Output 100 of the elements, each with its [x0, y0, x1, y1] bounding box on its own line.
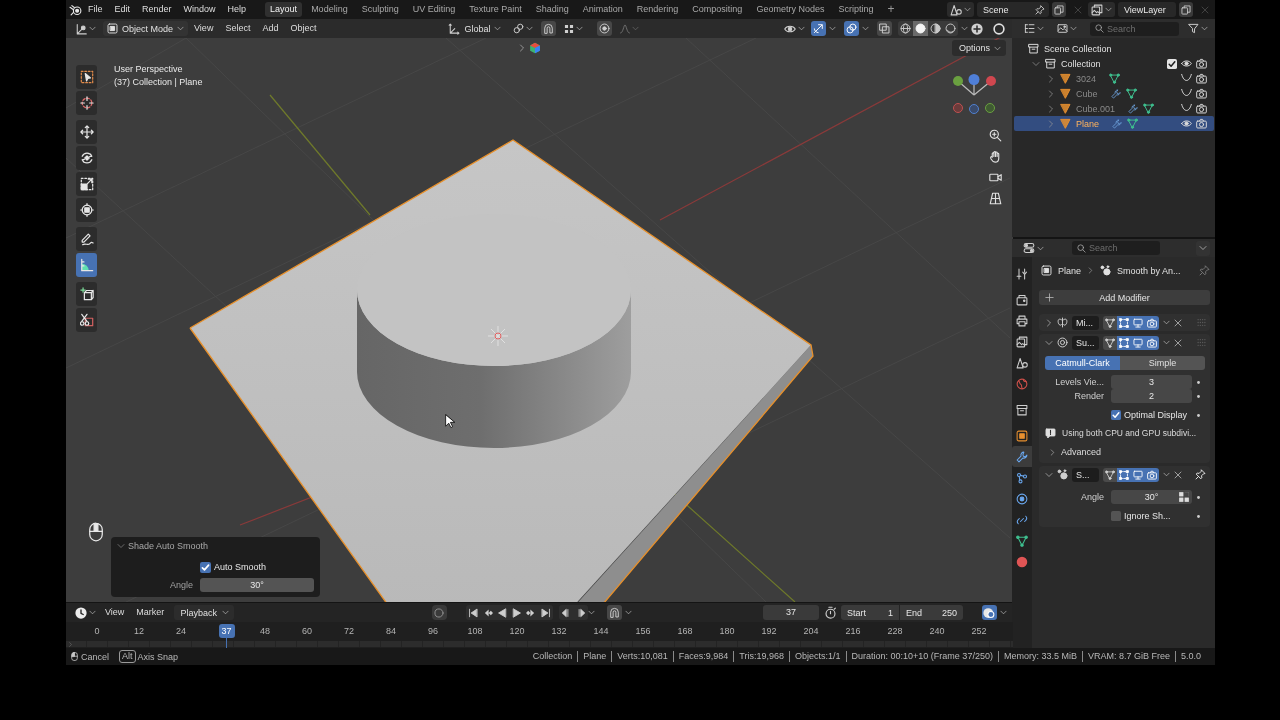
dot-icon[interactable] [1197, 514, 1200, 518]
modifier-name-field[interactable]: S... [1072, 467, 1099, 482]
workspace-tab[interactable]: Scripting [833, 2, 879, 17]
add-workspace-button[interactable]: + [882, 2, 900, 17]
menu-item[interactable]: Select [219, 21, 257, 36]
shading-mode-button[interactable] [927, 21, 943, 36]
drag-handle-icon[interactable] [1197, 318, 1206, 327]
breadcrumb-item[interactable]: Plane [1058, 265, 1082, 276]
workspace-tab[interactable]: UV Editing [407, 2, 461, 17]
modifier-toggle[interactable] [1131, 467, 1145, 482]
number-field[interactable]: 2 [1111, 389, 1192, 403]
menu-item[interactable]: Object [284, 21, 323, 36]
overlay-toggle[interactable] [843, 21, 859, 36]
stopwatch-icon[interactable] [823, 606, 837, 619]
eye-closed-icon[interactable] [1181, 88, 1192, 99]
caret-icon[interactable] [624, 609, 632, 616]
search-field[interactable]: Search [1072, 241, 1160, 255]
tool-button[interactable] [76, 282, 97, 306]
filter-button[interactable] [1185, 21, 1211, 36]
close-icon[interactable] [1174, 338, 1182, 347]
tool-button[interactable] [76, 227, 97, 251]
timeline-track[interactable] [66, 641, 1013, 647]
caret-icon[interactable] [1163, 339, 1170, 346]
app-logo[interactable] [69, 3, 82, 16]
caret-icon[interactable] [1163, 319, 1170, 326]
angle-field[interactable]: 30° [200, 578, 314, 592]
modifier-toggle[interactable] [1103, 335, 1117, 350]
outliner-item[interactable]: Scene Collection [1014, 41, 1214, 56]
tool-button[interactable] [76, 146, 97, 170]
camera-icon[interactable] [1196, 88, 1207, 99]
caret-icon[interactable] [861, 25, 869, 32]
view-layer-name-field[interactable]: ViewLayer [1118, 2, 1176, 17]
menu-item[interactable]: Window [177, 2, 222, 17]
colored-cube-icon[interactable] [529, 42, 541, 54]
scene-name-field[interactable]: Scene [977, 2, 1049, 17]
view-layer-menu-button[interactable] [1088, 2, 1115, 17]
mode-dropdown[interactable]: Object Mode [103, 21, 189, 36]
copy-button[interactable] [1052, 2, 1066, 17]
menu-item[interactable]: Render [136, 2, 178, 17]
outliner-item[interactable]: Plane [1014, 116, 1214, 131]
workspace-tab[interactable]: Rendering [631, 2, 684, 17]
method-tab[interactable]: Simple [1120, 356, 1205, 370]
camera-icon[interactable] [1196, 73, 1207, 84]
scene-menu-button[interactable] [947, 2, 974, 17]
workspace-tab[interactable]: Layout [265, 2, 303, 17]
modifier-toggle[interactable] [1145, 315, 1159, 330]
tool-button[interactable] [76, 308, 97, 332]
modifier-toggle[interactable] [1117, 335, 1131, 350]
eye-icon[interactable] [1181, 118, 1192, 129]
tool-button[interactable] [76, 198, 97, 222]
method-tab[interactable]: Catmull-Clark [1045, 356, 1120, 370]
snap-toggle[interactable] [606, 605, 622, 620]
shading-mode-button[interactable] [912, 21, 928, 36]
outliner-item[interactable]: Collection [1014, 56, 1214, 71]
eye-closed-icon[interactable] [1181, 103, 1192, 114]
checkbox[interactable] [1111, 410, 1121, 420]
sync-toggle[interactable] [981, 605, 997, 620]
menu-item[interactable]: View [188, 21, 220, 36]
dot-icon[interactable] [1197, 380, 1200, 384]
zoom-icon[interactable] [988, 129, 1002, 142]
eye-icon[interactable] [1181, 58, 1192, 69]
modifier-toggle[interactable] [1131, 315, 1145, 330]
record-toggle[interactable] [431, 605, 447, 620]
gizmo-toggle[interactable] [810, 21, 826, 36]
workspace-tab[interactable]: Animation [577, 2, 628, 17]
outliner-item[interactable]: Cube.001 [1014, 101, 1214, 116]
playhead[interactable]: 37 [218, 624, 235, 638]
tool-button[interactable] [76, 91, 97, 115]
caret-icon[interactable] [828, 25, 836, 32]
workspace-tab[interactable]: Geometry Nodes [751, 2, 830, 17]
add-modifier-button[interactable]: Add Modifier [1039, 290, 1210, 305]
orientation-dropdown[interactable]: Global [444, 21, 506, 36]
breadcrumb-item[interactable]: Smooth by An... [1117, 265, 1181, 276]
filter-view-button[interactable] [1054, 21, 1080, 36]
end-frame-field[interactable]: End 250 [899, 605, 963, 620]
workspace-tab[interactable]: Sculpting [356, 2, 404, 17]
drag-handle-icon[interactable] [1197, 338, 1206, 347]
grid-icon[interactable] [1178, 491, 1190, 503]
properties-tab[interactable] [1012, 446, 1032, 467]
modifier-toggle[interactable] [1103, 315, 1117, 330]
menu-item[interactable]: Marker [130, 605, 171, 620]
eye-closed-icon[interactable] [1181, 73, 1192, 84]
subpanel-header[interactable]: Advanced [1045, 445, 1205, 459]
shading-mode-button[interactable] [897, 21, 913, 36]
checkbox[interactable] [200, 561, 211, 573]
workspace-tab[interactable]: Compositing [687, 2, 748, 17]
menu-item[interactable]: Help [221, 2, 253, 17]
modifier-toggle[interactable] [1145, 335, 1159, 350]
modifier-toggle[interactable] [1103, 467, 1117, 482]
snap-toggle[interactable] [541, 21, 557, 36]
caret-icon[interactable] [1163, 471, 1170, 478]
outliner-item[interactable]: 3024 [1014, 71, 1214, 86]
number-field[interactable]: 3 [1111, 375, 1192, 389]
tool-button[interactable] [76, 253, 97, 277]
menu-item[interactable]: View [99, 605, 131, 620]
workspace-tab[interactable]: Modeling [306, 2, 353, 17]
workspace-tab[interactable]: Shading [530, 2, 574, 17]
checkbox[interactable] [1167, 58, 1177, 69]
plus-circle-icon[interactable] [970, 22, 983, 35]
current-frame-field[interactable]: 37 [762, 605, 819, 620]
